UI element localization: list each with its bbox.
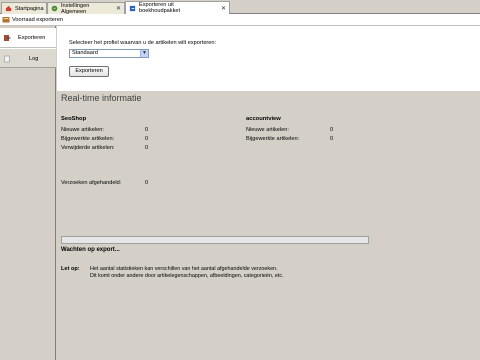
- requests-label: Verzoeken afgehandeld:: [61, 180, 122, 186]
- nav-item-log[interactable]: Log: [0, 48, 56, 68]
- log-page-icon: [4, 55, 10, 63]
- nav-item-label: Log: [29, 56, 39, 62]
- stat-value: 0: [145, 145, 149, 151]
- note-label: Let op:: [61, 266, 80, 272]
- home-icon: [5, 5, 12, 12]
- stat-label: Nieuwe artikelen:: [246, 127, 289, 133]
- close-icon[interactable]: ✕: [221, 5, 226, 12]
- tab-startpagina[interactable]: Startpagina: [1, 2, 47, 14]
- stat-label: Nieuwe artikelen:: [61, 127, 104, 133]
- chevron-down-icon[interactable]: ▼: [140, 50, 148, 57]
- accountview-heading: accountview: [246, 116, 281, 122]
- stat-label: Verwijderde artikelen:: [61, 145, 115, 151]
- stat-value: 0: [145, 127, 149, 133]
- requests-value: 0: [145, 180, 149, 186]
- status-text: Wachten op export...: [61, 247, 120, 253]
- inventory-export-icon: [2, 17, 10, 23]
- tab-label: Exporteren uit boekhoudpakket: [139, 2, 181, 14]
- stat-label: Bijgewerkte artikelen:: [61, 136, 115, 142]
- seoshop-heading: SeoShop: [61, 116, 87, 122]
- nav-item-label: Exporteren: [18, 35, 46, 41]
- left-nav: Exporteren Log: [0, 26, 56, 360]
- tab-strip: Startpagina Instellingen Algemeen ✕ Expo…: [0, 0, 480, 15]
- profile-prompt: Selecteer het profiel waarvan u de artik…: [69, 40, 217, 46]
- tab-label: Instellingen Algemeen: [61, 2, 90, 15]
- stat-value: 0: [145, 136, 149, 142]
- profile-select[interactable]: Standaard ▼: [69, 49, 149, 58]
- stat-value: 0: [330, 136, 334, 142]
- profile-select-value: Standaard: [72, 50, 98, 56]
- note-line: Dit komt onder andere door artikelegensc…: [90, 273, 284, 279]
- realtime-panel: Real-time informatie SeoShop Nieuwe arti…: [57, 90, 480, 360]
- tab-instellingen-algemeen[interactable]: Instellingen Algemeen ✕: [47, 2, 125, 15]
- close-icon[interactable]: ✕: [116, 5, 121, 12]
- toolbar-title[interactable]: Voorraad exporteren: [12, 17, 63, 23]
- stat-value: 0: [330, 127, 334, 133]
- export-button[interactable]: Exporteren: [69, 66, 109, 77]
- tab-exporteren-boekhoudpakket[interactable]: Exporteren uit boekhoudpakket ✕: [125, 1, 230, 14]
- tab-label: Startpagina: [15, 5, 44, 12]
- export-progress-bar: [61, 236, 369, 244]
- realtime-title: Real-time informatie: [61, 93, 142, 103]
- nav-item-exporteren[interactable]: Exporteren: [0, 28, 56, 48]
- export-icon: [129, 5, 136, 11]
- toolbar: Voorraad exporteren: [0, 14, 480, 26]
- settings-globe-icon: [51, 5, 58, 12]
- export-icon: [4, 35, 11, 41]
- export-form-panel: Selecteer het profiel waarvan u de artik…: [57, 26, 480, 90]
- note-line: Het aantal statistieken kan verschillen …: [90, 266, 278, 272]
- stat-label: Bijgewerkte artikelen:: [246, 136, 300, 142]
